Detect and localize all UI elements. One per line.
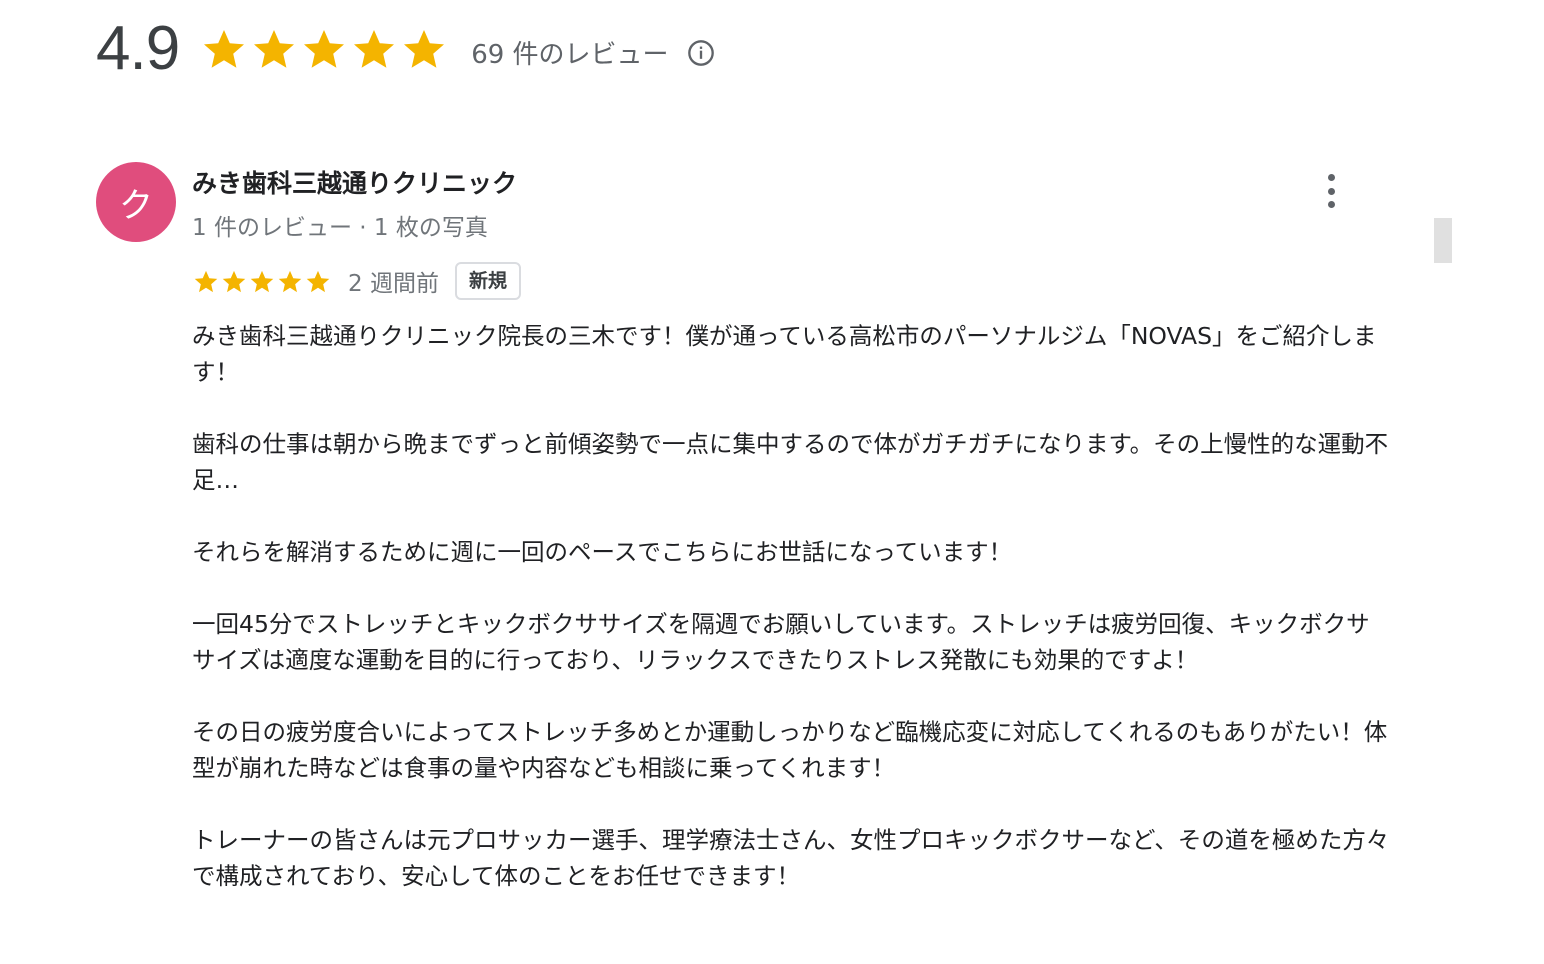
average-rating: 4.9 xyxy=(96,14,180,83)
avatar-initial: ク xyxy=(119,185,153,226)
review-text: みき歯科三越通りクリニック院長の三木です！僕が通っている高松市のパーソナルジム「… xyxy=(192,318,1392,930)
more-options-button[interactable] xyxy=(1316,172,1346,210)
review-paragraph: 一回45分でストレッチとキックボクササイズを隔週でお願いしています。ストレッチは… xyxy=(192,610,1370,674)
star-icon xyxy=(304,30,345,68)
more-vert-icon-dot xyxy=(1327,201,1335,208)
star-icon xyxy=(278,270,302,292)
review-count[interactable]: 69 件のレビュー xyxy=(471,28,668,71)
review-paragraph: トレーナーの皆さんは元プロサッカー選手、理学療法士さん、女性プロキックボクサーな… xyxy=(192,826,1390,890)
star-icon xyxy=(254,30,295,68)
star-icon xyxy=(354,30,395,68)
review-paragraph: 歯科の仕事は朝から晩までずっと前傾姿勢で一点に集中するので体がガチガチになります… xyxy=(192,430,1389,494)
star-icon xyxy=(194,270,218,292)
star-icon xyxy=(250,270,274,292)
review-paragraph: それらを解消するために週に一回のペースでこちらにお世話になっています！ xyxy=(192,538,1013,566)
scrollbar-thumb[interactable] xyxy=(1434,218,1452,263)
star-icon xyxy=(306,270,330,292)
review-paragraph: その日の疲労度合いによってストレッチ多めとか運動しっかりなど臨機応変に対応してく… xyxy=(192,718,1388,782)
rating-summary: 4.9 69 件のレビュー xyxy=(96,14,715,84)
info-icon[interactable] xyxy=(687,39,715,67)
reviewer-avatar[interactable]: ク xyxy=(96,162,176,242)
review-stars xyxy=(192,268,332,295)
reviews-page: 4.9 69 件のレビュー ク みき歯科三越通りクリニック 1 件のレビュー ·… xyxy=(0,0,1544,964)
star-icon xyxy=(204,30,245,68)
review-paragraph: みき歯科三越通りクリニック院長の三木です！僕が通っている高松市のパーソナルジム「… xyxy=(192,322,1377,386)
new-badge: 新規 xyxy=(454,261,521,301)
review-rating-row: 2 週間前 新規 xyxy=(192,260,521,302)
star-icon xyxy=(404,30,445,68)
average-rating-stars xyxy=(199,25,449,73)
more-vert-icon xyxy=(1327,174,1335,181)
star-icon xyxy=(222,270,246,292)
reviewer-meta: 1 件のレビュー · 1 枚の写真 xyxy=(192,215,488,241)
more-vert-icon-dot xyxy=(1327,187,1335,195)
review-time: 2 週間前 xyxy=(348,271,439,297)
reviewer-name[interactable]: みき歯科三越通りクリニック xyxy=(192,164,517,200)
